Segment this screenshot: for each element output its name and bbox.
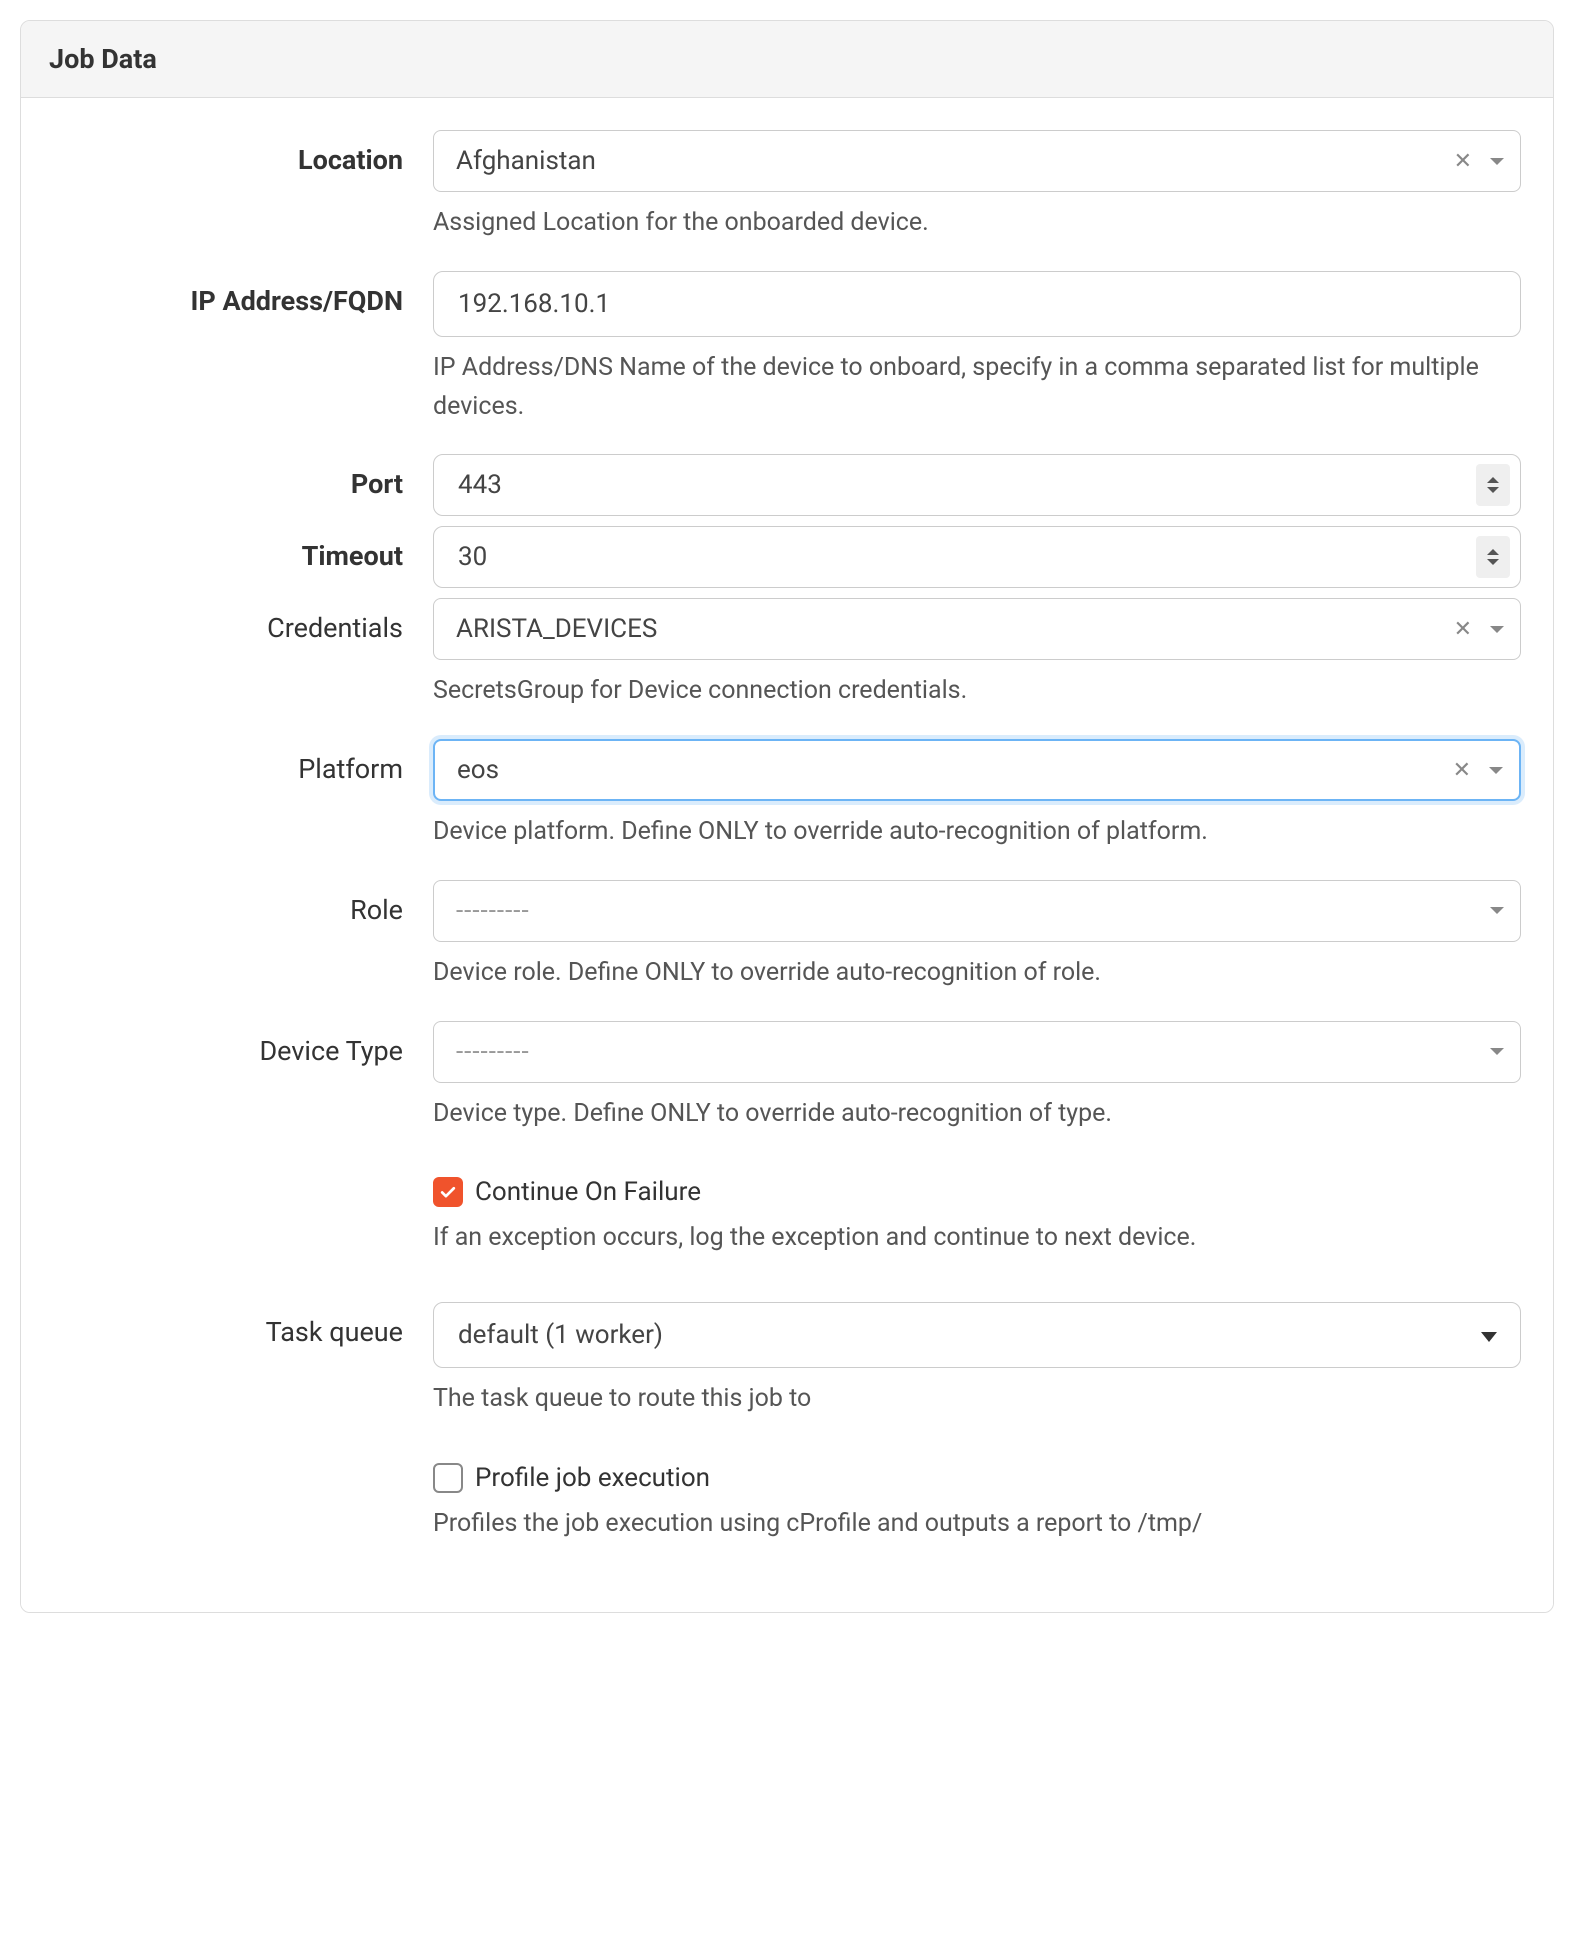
panel-body: Location Afghanistan ✕ Assigned Location…	[21, 98, 1553, 1612]
panel-title: Job Data	[49, 43, 1525, 75]
devicetype-placeholder: ---------	[456, 1037, 1490, 1067]
chevron-down-icon	[1490, 158, 1504, 165]
chevron-down-icon	[1490, 1048, 1504, 1055]
timeout-stepper[interactable]	[1476, 536, 1510, 578]
profile-checkbox[interactable]	[433, 1463, 463, 1493]
port-stepper[interactable]	[1476, 464, 1510, 506]
profile-help: Profiles the job execution using cProfil…	[433, 1505, 1521, 1544]
location-clear-icon[interactable]: ✕	[1454, 149, 1472, 174]
taskqueue-select[interactable]: default (1 worker)	[433, 1302, 1521, 1368]
chevron-down-icon	[1487, 559, 1499, 565]
platform-clear-icon[interactable]: ✕	[1453, 758, 1471, 783]
location-help: Assigned Location for the onboarded devi…	[433, 204, 1521, 243]
chevron-down-icon	[1490, 907, 1504, 914]
taskqueue-label: Task queue	[266, 1316, 403, 1348]
credentials-label: Credentials	[267, 612, 403, 644]
panel-header: Job Data	[21, 21, 1553, 98]
ip-help: IP Address/DNS Name of the device to onb…	[433, 349, 1521, 427]
chevron-up-icon	[1487, 477, 1499, 483]
port-input[interactable]	[458, 470, 1476, 500]
port-label: Port	[351, 468, 403, 500]
credentials-help: SecretsGroup for Device connection crede…	[433, 672, 1521, 711]
devicetype-help: Device type. Define ONLY to override aut…	[433, 1095, 1521, 1134]
port-input-wrap[interactable]	[433, 454, 1521, 516]
role-label: Role	[350, 894, 403, 926]
platform-label: Platform	[298, 753, 403, 785]
platform-value: eos	[457, 755, 1453, 785]
chevron-down-icon	[1490, 626, 1504, 633]
continue-help: If an exception occurs, log the exceptio…	[433, 1219, 1521, 1258]
ip-label: IP Address/FQDN	[190, 285, 403, 317]
credentials-select[interactable]: ARISTA_DEVICES ✕	[433, 598, 1521, 660]
chevron-up-icon	[1487, 549, 1499, 555]
devicetype-label: Device Type	[259, 1035, 403, 1067]
credentials-clear-icon[interactable]: ✕	[1454, 617, 1472, 642]
role-select[interactable]: ---------	[433, 880, 1521, 942]
credentials-value: ARISTA_DEVICES	[456, 614, 1454, 644]
role-help: Device role. Define ONLY to override aut…	[433, 954, 1521, 993]
platform-help: Device platform. Define ONLY to override…	[433, 813, 1521, 852]
platform-select[interactable]: eos ✕	[433, 739, 1521, 801]
location-select[interactable]: Afghanistan ✕	[433, 130, 1521, 192]
role-placeholder: ---------	[456, 896, 1490, 926]
check-icon	[438, 1182, 458, 1202]
taskqueue-help: The task queue to route this job to	[433, 1380, 1521, 1419]
timeout-label: Timeout	[302, 540, 403, 572]
location-value: Afghanistan	[456, 146, 1454, 176]
continue-label: Continue On Failure	[475, 1177, 701, 1207]
location-label: Location	[298, 144, 403, 176]
timeout-input[interactable]	[458, 542, 1476, 572]
ip-input[interactable]	[433, 271, 1521, 337]
chevron-down-icon	[1487, 487, 1499, 493]
profile-label: Profile job execution	[475, 1463, 710, 1493]
job-data-panel: Job Data Location Afghanistan ✕ Assigned…	[20, 20, 1554, 1613]
continue-checkbox[interactable]	[433, 1177, 463, 1207]
chevron-down-icon	[1489, 767, 1503, 774]
devicetype-select[interactable]: ---------	[433, 1021, 1521, 1083]
timeout-input-wrap[interactable]	[433, 526, 1521, 588]
